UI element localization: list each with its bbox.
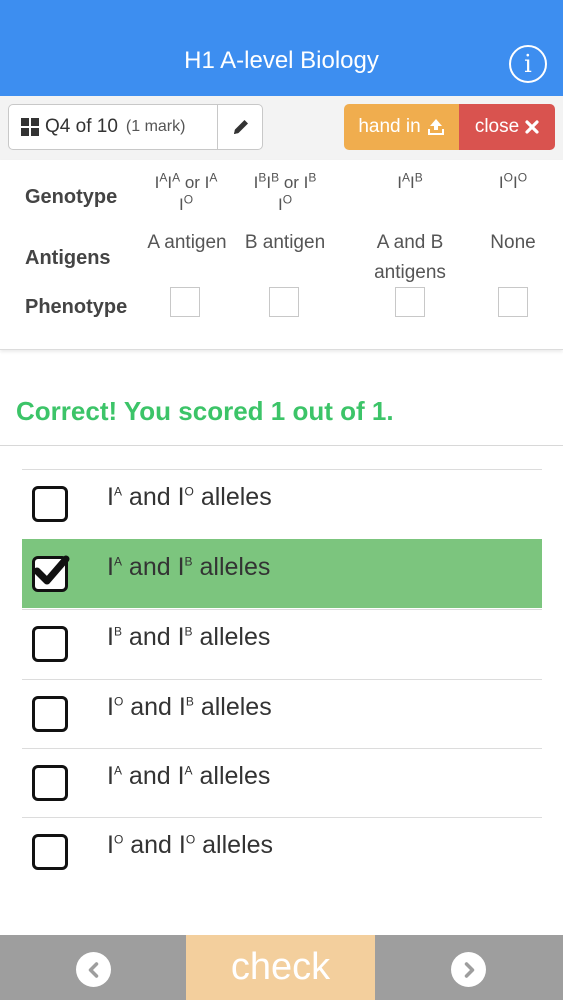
antigen-cell: B antigen	[244, 232, 326, 253]
footer-bar: check	[0, 935, 563, 1000]
chevron-left-icon	[88, 961, 98, 978]
question-selector-button[interactable]: Q4 of 10 (1 mark)	[9, 105, 217, 149]
check-button[interactable]: check	[186, 935, 375, 1000]
hand-in-button[interactable]: hand in	[344, 104, 459, 150]
antigen-cell: A antigen	[147, 232, 227, 253]
answer-option-text: IA and IA alleles	[107, 762, 271, 790]
chevron-right-icon	[464, 961, 474, 978]
close-label: close	[474, 116, 520, 137]
question-nav-group: Q4 of 10 (1 mark)	[8, 104, 263, 150]
genotype-row-label: Genotype	[25, 186, 118, 208]
answer-option-selected[interactable]: IA and IB alleles	[22, 539, 542, 608]
answer-checkbox[interactable]	[32, 626, 68, 662]
answer-checkbox[interactable]	[32, 555, 70, 592]
genotype-cell: IBIB or IB IO	[253, 170, 317, 214]
close-button[interactable]: close	[459, 104, 555, 150]
divider	[0, 445, 563, 446]
question-label: Q4 of 10	[45, 116, 118, 137]
toolbar: Q4 of 10 (1 mark) hand in close	[0, 96, 563, 160]
phenotype-drop-box[interactable]	[498, 287, 528, 317]
answer-checkbox[interactable]	[32, 834, 68, 870]
pencil-icon	[233, 120, 248, 134]
upload-icon	[427, 119, 444, 135]
previous-button[interactable]	[76, 952, 111, 987]
phenotype-drop-box[interactable]	[269, 287, 299, 317]
edit-button[interactable]	[217, 105, 263, 149]
answer-option[interactable]: IA and IO alleles	[22, 469, 542, 538]
mark-label: (1 mark)	[125, 118, 186, 135]
answer-checkbox[interactable]	[32, 765, 68, 801]
hand-in-label: hand in	[358, 116, 421, 137]
answer-option[interactable]: IA and IA alleles	[22, 748, 542, 817]
genotype-cell: IOIO	[498, 170, 528, 192]
answer-option[interactable]: IO and IB alleles	[22, 679, 542, 748]
next-button[interactable]	[451, 952, 486, 987]
genotype-cell: IAIA or IA IO	[154, 170, 218, 214]
grid-icon	[21, 118, 39, 136]
result-message: Correct! You scored 1 out of 1.	[16, 396, 394, 426]
phenotype-drop-box[interactable]	[395, 287, 425, 317]
antigen-cell: A and B antigens	[374, 232, 446, 283]
phenotype-drop-box[interactable]	[170, 287, 200, 317]
answer-option[interactable]: IO and IO alleles	[22, 817, 542, 886]
answer-option-text: IA and IB alleles	[107, 553, 271, 581]
antigens-row-label: Antigens	[25, 247, 111, 269]
genotype-cell: IAIB	[397, 170, 423, 192]
answer-option[interactable]: IB and IB alleles	[22, 609, 542, 678]
app-header: H1 A-level Biology i	[0, 0, 563, 96]
answer-option-text: IO and IO alleles	[107, 831, 274, 859]
phenotype-row-label: Phenotype	[25, 296, 128, 318]
answer-checkbox[interactable]	[32, 696, 68, 732]
info-icon[interactable]: i	[509, 45, 547, 83]
checkmark-icon	[33, 555, 70, 585]
answer-option-text: IB and IB alleles	[107, 623, 271, 651]
answer-option-text: IA and IO alleles	[107, 483, 272, 511]
app-title: H1 A-level Biology	[184, 47, 379, 74]
close-icon	[525, 120, 539, 134]
antigen-cell: None	[490, 232, 536, 253]
answer-option-text: IO and IB alleles	[107, 693, 272, 721]
answer-checkbox[interactable]	[32, 486, 68, 522]
